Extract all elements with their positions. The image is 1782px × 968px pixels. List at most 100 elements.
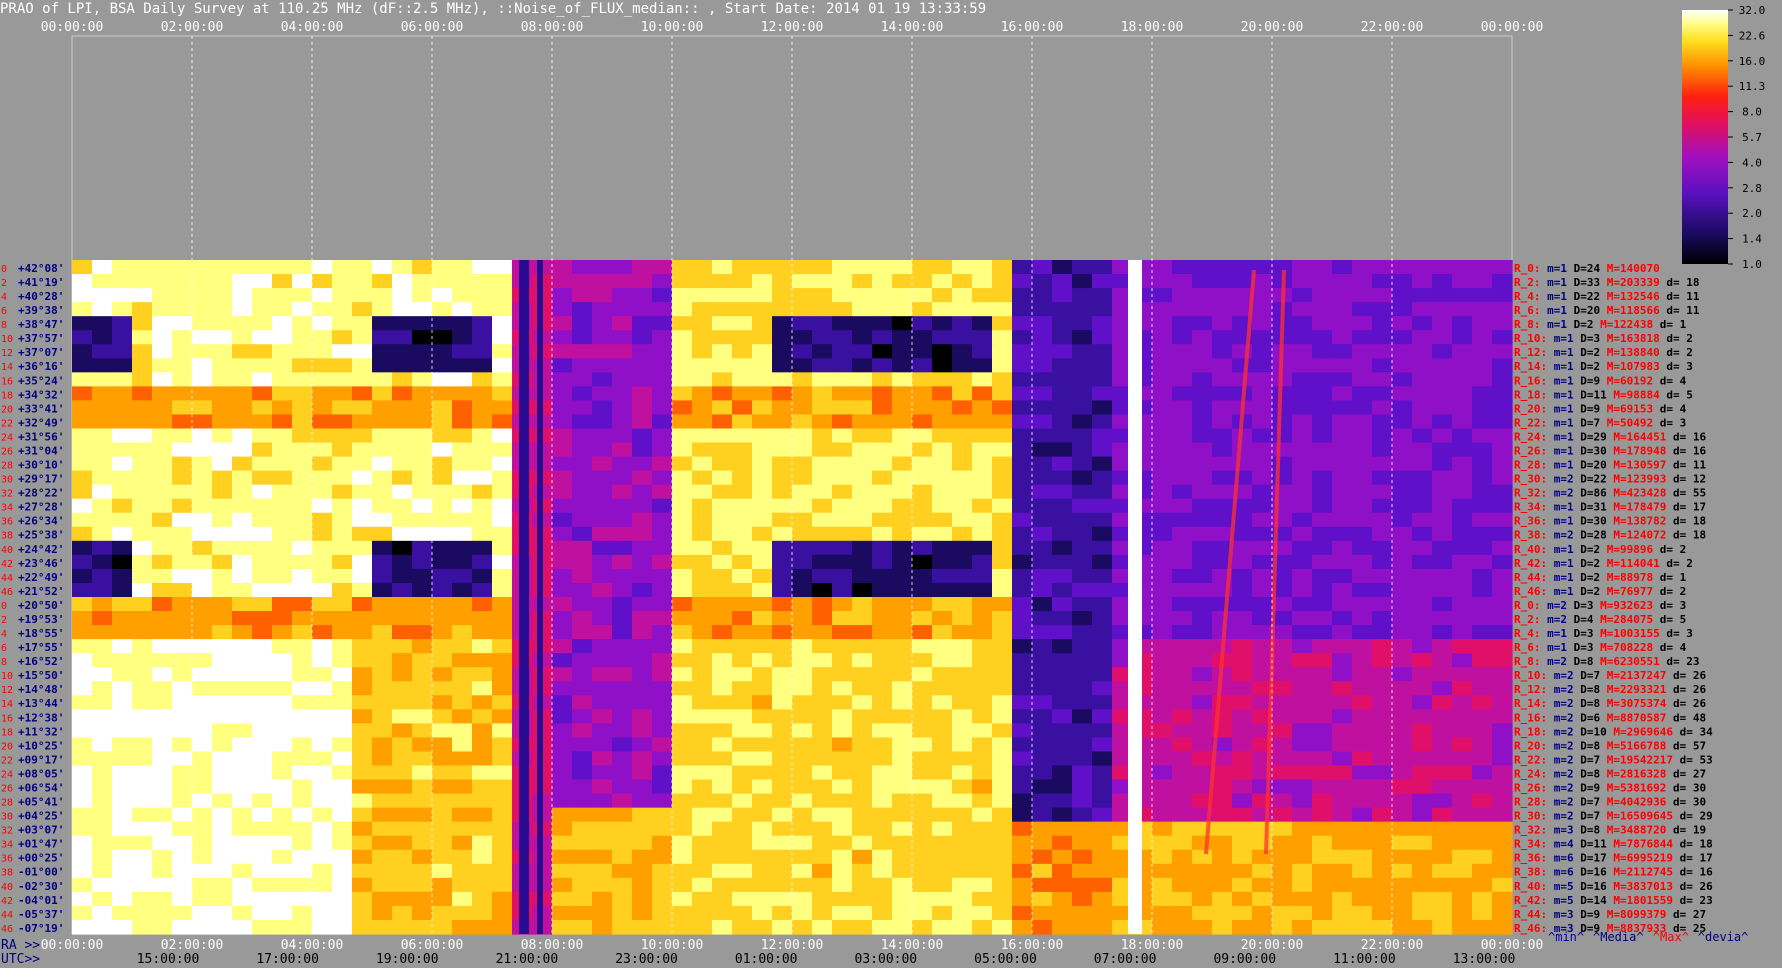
heatmap-cell — [932, 442, 953, 458]
heatmap-cell — [1432, 751, 1453, 767]
heatmap-cell — [972, 344, 993, 359]
heatmap-cell — [172, 737, 193, 753]
heatmap-cell — [612, 653, 633, 668]
heatmap-cell — [1012, 849, 1033, 865]
heatmap-cell — [992, 611, 1013, 626]
heatmap-cell — [632, 681, 653, 696]
heatmap-cell — [1252, 470, 1273, 486]
heatmap-cell — [1072, 428, 1093, 444]
heatmap-cell — [1392, 709, 1413, 724]
bottom-axes: RA >> 00:00:00 02:00:00 04:00:00 06:00:00 08:… — [1, 930, 1748, 967]
heatmap-cell — [1092, 625, 1113, 640]
heatmap-cell — [552, 653, 573, 668]
heatmap-cell — [1392, 877, 1413, 893]
heatmap-cell — [1472, 765, 1493, 781]
heatmap-cell — [1032, 877, 1053, 893]
heatmap-cell — [352, 386, 373, 402]
heatmap-cell — [392, 260, 413, 275]
heatmap-cell — [1232, 568, 1253, 584]
row-stat-part: d= 1 — [1653, 571, 1686, 584]
heatmap-cell — [152, 709, 173, 724]
heatmap-cell — [272, 540, 293, 556]
heatmap-cell — [272, 611, 293, 626]
heatmap-cell — [1012, 779, 1033, 795]
heatmap-cell — [232, 344, 253, 359]
heatmap-cell — [92, 358, 113, 373]
heatmap-cell — [132, 526, 153, 542]
heatmap-cell — [312, 386, 333, 402]
heatmap-cell — [872, 597, 893, 612]
heatmap-cell — [592, 723, 613, 739]
heatmap-cell — [352, 330, 373, 345]
heatmap-cell — [552, 260, 573, 275]
heatmap-cell — [652, 667, 673, 682]
heatmap-cell — [712, 625, 733, 640]
heatmap-cell — [472, 681, 493, 696]
heatmap-cell — [992, 835, 1013, 851]
heatmap-cell — [152, 554, 173, 570]
heatmap-cell — [1292, 667, 1313, 682]
heatmap-cell — [732, 470, 753, 486]
heatmap-cell — [1432, 428, 1453, 444]
heatmap-cell — [1312, 821, 1333, 837]
heatmap-cell — [612, 807, 633, 823]
row-stat-part: d= 2 — [1653, 543, 1686, 556]
heatmap-cell — [952, 344, 973, 359]
heatmap-cell — [1392, 358, 1413, 373]
heatmap-cell — [1432, 905, 1453, 921]
heatmap-cell — [1052, 709, 1073, 724]
row-stat: R_14: m=1 D=2 M=107983 d= 3 — [1514, 360, 1693, 373]
row-stat: R_2: m=2 D=4 M=284075 d= 5 — [1514, 613, 1686, 626]
heatmap-cell — [912, 681, 933, 696]
heatmap-dark-stripe — [537, 260, 543, 934]
heatmap-cell — [132, 386, 153, 402]
heatmap-cell — [852, 414, 873, 430]
heatmap-cell — [372, 288, 393, 303]
heatmap-cell — [172, 386, 193, 402]
row-stat: R_40: m=5 D=16 M=3837013 d= 26 — [1514, 880, 1713, 893]
heatmap-cell — [472, 597, 493, 612]
heatmap-cell — [92, 554, 113, 570]
heatmap-cell — [592, 597, 613, 612]
heatmap-cell — [1492, 442, 1513, 458]
heatmap-cell — [852, 260, 873, 275]
heatmap-cell — [772, 779, 793, 795]
heatmap-cell — [1352, 414, 1373, 430]
heatmap-cell — [772, 358, 793, 373]
heatmap-cell — [1492, 540, 1513, 556]
heatmap-cell — [552, 737, 573, 753]
heatmap-cell — [1172, 905, 1193, 921]
heatmap-cell — [1312, 625, 1333, 640]
heatmap-cell — [752, 611, 773, 626]
heatmap-cell — [472, 667, 493, 682]
row-stat-part: D=3 — [1567, 627, 1594, 640]
heatmap-cell — [472, 554, 493, 570]
heatmap-cell — [712, 358, 733, 373]
heatmap-cell — [592, 302, 613, 317]
heatmap-cell — [1232, 681, 1253, 696]
heatmap-cell — [1352, 821, 1373, 837]
heatmap-cell — [632, 723, 653, 739]
heatmap-cell — [712, 540, 733, 556]
row-stat: R_26: m=2 D=9 M=5381692 d= 30 — [1514, 781, 1706, 794]
heatmap-cell — [992, 428, 1013, 444]
heatmap-cell — [372, 737, 393, 753]
heatmap-cell — [1372, 597, 1393, 612]
heatmap-cell — [292, 751, 313, 767]
heatmap-cell — [1052, 639, 1073, 654]
dec-label: +37°07' — [18, 346, 64, 359]
heatmap-cell — [1292, 512, 1313, 528]
heatmap-cell — [1452, 274, 1473, 289]
heatmap-cell — [692, 625, 713, 640]
heatmap-cell — [232, 625, 253, 640]
heatmap-cell — [1032, 484, 1053, 500]
heatmap-cell — [992, 737, 1013, 753]
heatmap-cell — [752, 568, 773, 584]
heatmap-cell — [752, 274, 773, 289]
heatmap-cell — [412, 877, 433, 893]
heatmap-cell — [112, 428, 133, 444]
utc-tick-label: 09:00:00 — [1213, 952, 1276, 967]
heatmap-cell — [1272, 779, 1293, 795]
heatmap-cell — [192, 540, 213, 556]
heatmap-cell — [572, 288, 593, 303]
